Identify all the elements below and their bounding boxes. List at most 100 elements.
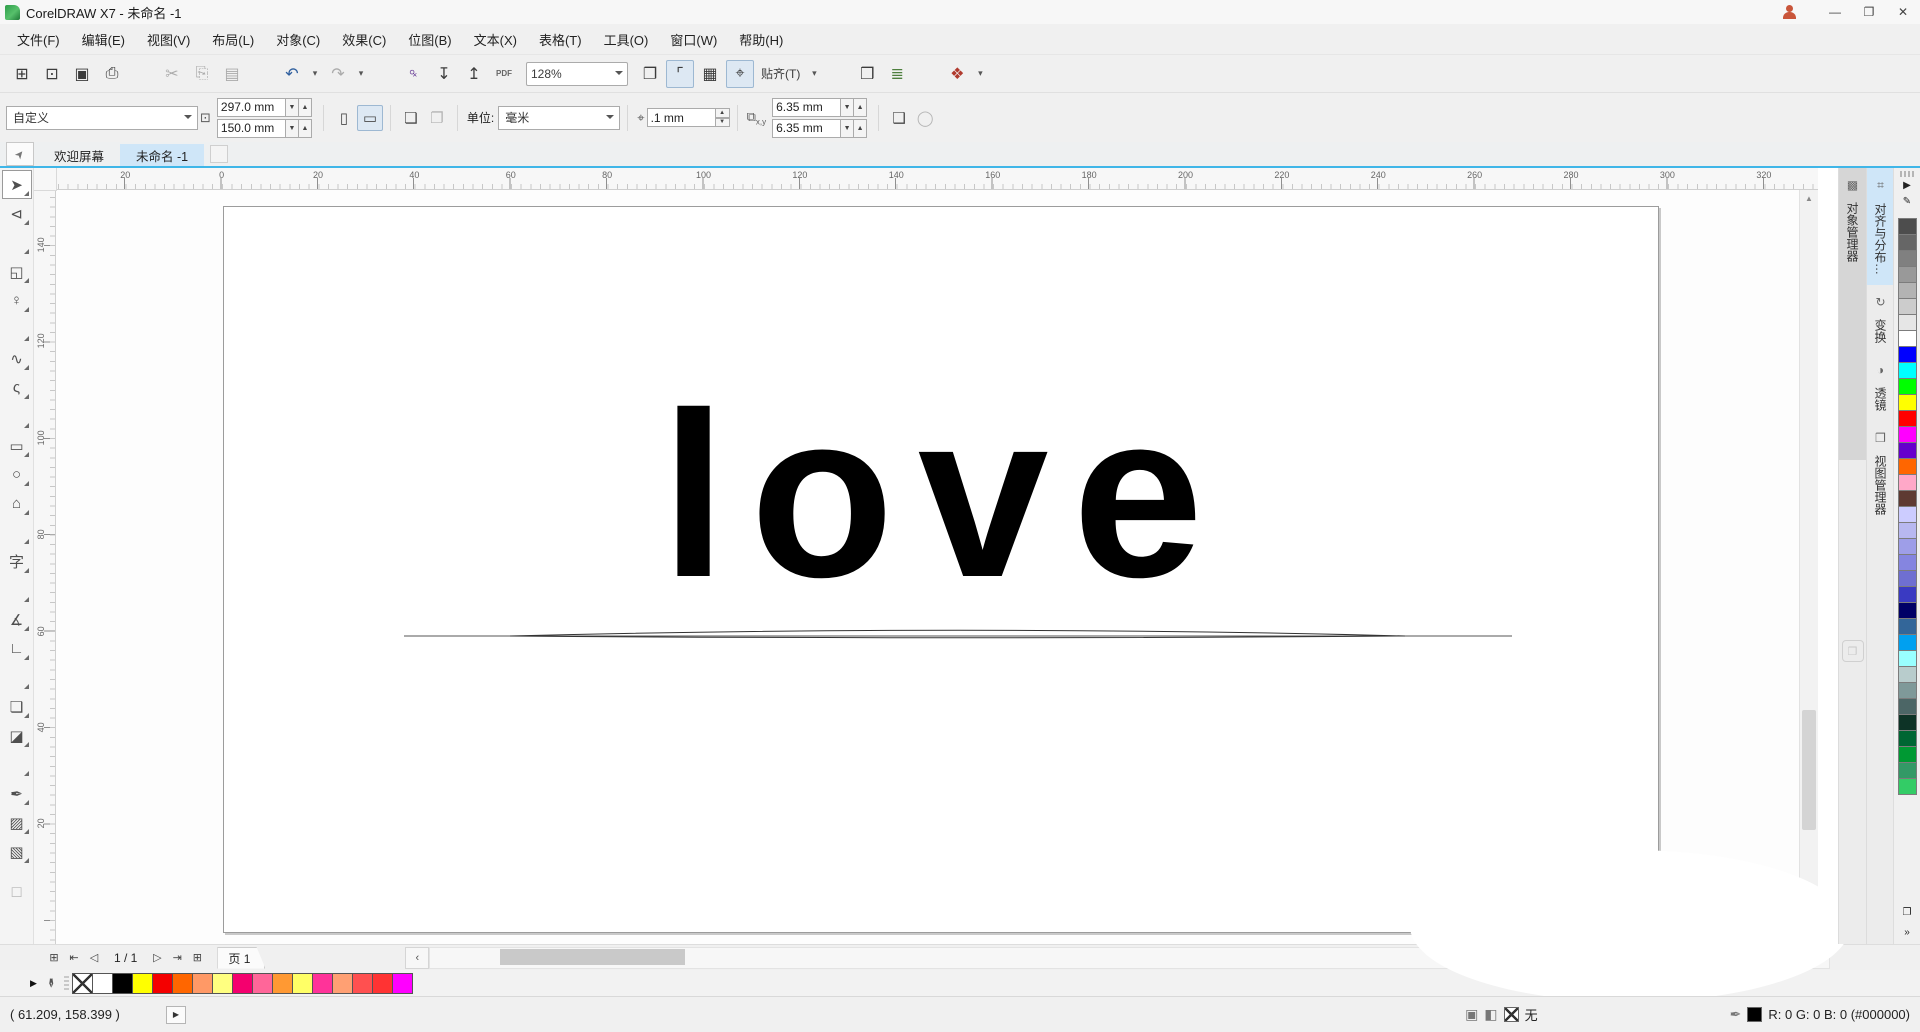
color-swatch[interactable] [1898,282,1917,299]
copy-button[interactable]: ⎘ [188,60,216,88]
canvas-text-object[interactable]: love [661,377,1227,612]
treat-as-filled-button[interactable]: ❑ [886,105,912,131]
tab-welcome-screen[interactable]: 欢迎屏幕 [38,144,120,166]
color-swatch[interactable] [1898,506,1917,523]
polygon-tool[interactable]: ⌂ [2,489,32,518]
fill-color-swatch[interactable] [1504,1007,1519,1022]
color-swatch[interactable] [1898,778,1917,795]
duplicate-y-spinner[interactable]: ▼▲ [841,119,867,138]
menu-item[interactable]: 编辑(E) [71,25,136,54]
toolbar-separator[interactable] [128,60,156,88]
toolbar-separator[interactable] [913,60,941,88]
undo-button[interactable]: ↶ [278,60,306,88]
color-swatch[interactable] [1898,666,1917,683]
outline-pen-button[interactable]: ◻ [2,876,32,905]
document-color-swatch[interactable] [292,973,313,994]
color-swatch[interactable] [1898,618,1917,635]
color-swatch[interactable] [1898,746,1917,763]
text-tool[interactable]: 字 [2,547,32,576]
document-color-swatch[interactable] [372,973,393,994]
application-launcher-dropdown[interactable]: ▾ [973,60,987,88]
close-button[interactable]: ✕ [1886,1,1920,24]
connector-tool[interactable]: ∟ [2,634,32,663]
all-pages-button[interactable]: ❏ [398,105,424,131]
duplicate-x-input[interactable] [772,98,841,117]
print-button[interactable]: ⎙ [98,60,126,88]
page-height-spinner[interactable]: ▼▲ [286,119,312,138]
scroll-up-arrow[interactable]: ▲ [1800,190,1818,206]
document-palette-eyedropper-icon[interactable]: ✒ [42,978,58,989]
document-color-swatch[interactable] [352,973,373,994]
smart-fill-tool[interactable]: ▧ [2,837,32,866]
separator[interactable] [2,315,32,344]
outline-pen-icon[interactable]: ✒ [1730,1006,1742,1023]
drop-shadow-tool[interactable]: ❏ [2,692,32,721]
color-swatch[interactable] [1898,298,1917,315]
document-color-swatch[interactable] [92,973,113,994]
document-color-swatch[interactable] [172,973,193,994]
nudge-distance-input[interactable] [647,108,716,127]
color-swatch[interactable] [1898,682,1917,699]
document-color-swatch[interactable] [392,973,413,994]
menu-item[interactable]: 文本(X) [463,25,528,54]
color-swatch[interactable] [1898,538,1917,555]
account-icon[interactable] [1780,4,1800,20]
new-document-button[interactable]: ⊞ [8,60,36,88]
color-swatch[interactable] [1898,362,1917,379]
options-button[interactable]: ❒ [853,60,881,88]
menu-item[interactable]: 工具(O) [593,25,660,54]
landscape-button[interactable]: ▭ [357,105,383,131]
document-color-swatch[interactable] [252,973,273,994]
document-color-swatch[interactable] [192,973,213,994]
transparency-tool[interactable]: ◪ [2,721,32,750]
canvas-line-object[interactable] [400,624,1520,648]
maximize-button[interactable]: ❐ [1852,1,1886,24]
color-swatch[interactable] [1898,490,1917,507]
ellipse-tool[interactable]: ○ [2,460,32,489]
snap-menu-dropdown[interactable]: ▾ [807,60,821,88]
new-document-tab-button[interactable] [210,145,228,163]
outline-color-swatch[interactable] [1747,1007,1762,1022]
document-color-swatch[interactable] [112,973,133,994]
document-color-swatch[interactable] [72,973,93,994]
fullscreen-preview-button[interactable]: ❐ [636,60,664,88]
fill-icon[interactable]: ◧ [1484,1006,1497,1023]
toolbar-separator[interactable] [823,60,851,88]
document-color-swatch[interactable] [332,973,353,994]
next-page-button[interactable]: ▷ [147,948,167,968]
color-eyedropper-tool[interactable]: ✒ [2,779,32,808]
color-swatch[interactable] [1898,586,1917,603]
menu-item[interactable]: 效果(C) [331,25,397,54]
zoom-tool[interactable]: ♀ [2,286,32,315]
toolbar-separator[interactable] [370,60,398,88]
parallel-dimension-tool[interactable]: ∡ [2,605,32,634]
color-swatch[interactable] [1898,250,1917,267]
separator[interactable] [2,750,32,779]
document-color-swatch[interactable] [132,973,153,994]
tab-document[interactable]: 未命名 -1 [120,144,204,166]
menu-item[interactable]: 视图(V) [136,25,201,54]
color-swatch[interactable] [1898,234,1917,251]
rectangle-tool[interactable]: ▭ [2,431,32,460]
status-flyout-button[interactable]: ▶ [166,1006,186,1024]
document-color-swatch[interactable] [212,973,233,994]
palette-eyedropper-icon[interactable]: ✎ [1898,193,1916,209]
ruler-origin[interactable] [34,168,57,191]
toolbar-separator[interactable] [248,60,276,88]
separator[interactable] [2,663,32,692]
color-swatch[interactable] [1898,266,1917,283]
color-swatch[interactable] [1898,650,1917,667]
last-page-button[interactable]: ⇥ [167,948,187,968]
color-swatch[interactable] [1898,394,1917,411]
对齐与分布…[interactable]: ⌗ 对齐与分布… [1867,168,1894,285]
page-width-spinner[interactable]: ▼▲ [286,98,312,117]
application-launcher-button[interactable]: ❖ [943,60,971,88]
color-swatch[interactable] [1898,378,1917,395]
units-combo[interactable]: 毫米 [498,106,620,130]
separator[interactable] [2,576,32,605]
color-swatch[interactable] [1898,634,1917,651]
color-swatch[interactable] [1898,730,1917,747]
duplicate-y-input[interactable] [772,119,841,138]
redo-dropdown[interactable]: ▾ [354,60,368,88]
horizontal-scroll-thumb[interactable] [500,949,685,965]
